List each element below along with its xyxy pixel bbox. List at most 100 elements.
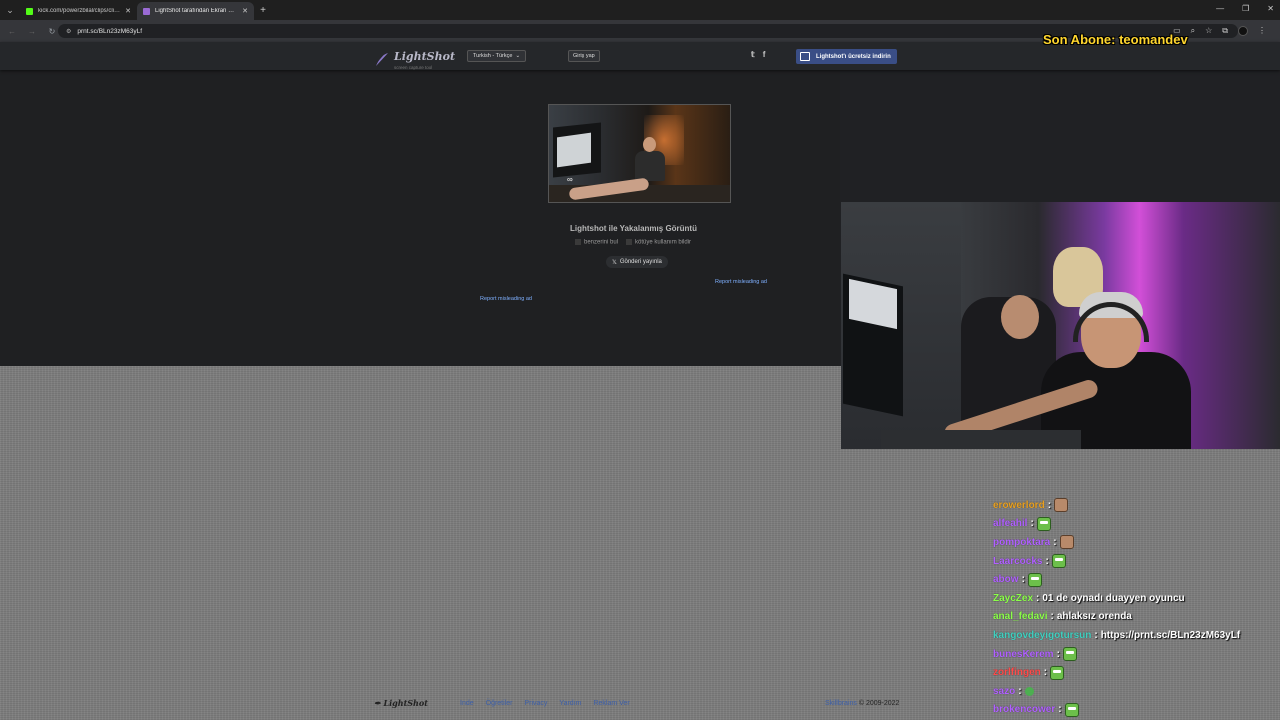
kick-favicon-icon	[26, 7, 33, 15]
chat-separator: :	[1045, 555, 1049, 567]
pepe-emote-icon	[1062, 647, 1077, 662]
chat-username[interactable]: brokencower	[993, 704, 1055, 715]
chat-separator: :	[1058, 704, 1062, 716]
chat-message: alfeahil:	[993, 515, 1280, 534]
chat-separator: :	[1036, 592, 1040, 604]
chat-text: 01 de oynadı duayyen oyuncu	[1042, 592, 1185, 604]
feather-icon	[376, 52, 388, 66]
logo-name: LightShot	[394, 50, 456, 63]
profile-avatar[interactable]	[1238, 26, 1248, 36]
chat-username[interactable]: ZaycZex	[993, 593, 1033, 604]
tab-close-icon[interactable]: ✕	[242, 7, 248, 15]
back-icon[interactable]: ←	[6, 27, 18, 36]
chat-message: pompoktara:	[993, 533, 1280, 552]
tab-kick[interactable]: kick.com/powerzbilal/clips/clip_ ✕	[20, 2, 137, 20]
chat-username[interactable]: alfeahil	[993, 518, 1027, 529]
forward-icon[interactable]: →	[26, 27, 38, 36]
report-ad-link[interactable]: Report misleading ad	[715, 279, 767, 285]
new-tab-icon[interactable]: +	[254, 2, 272, 20]
footer-brand-link[interactable]: Skillbrains	[825, 700, 857, 707]
screenshot-image[interactable]: ∞	[548, 104, 731, 203]
tab-title: LightShot tarafından Ekran Görün	[155, 8, 238, 14]
login-button[interactable]: Giriş yap	[568, 50, 600, 62]
chat-message: sazo:	[993, 682, 1280, 701]
footer-link[interactable]: Öğretiler	[486, 700, 513, 707]
face-emote-icon	[1054, 498, 1069, 513]
reload-icon[interactable]: ↻	[46, 27, 58, 36]
zoom-icon[interactable]: ⌕	[1191, 26, 1195, 36]
chat-message: Laarcocks:	[993, 552, 1280, 571]
chat-username[interactable]: sazo	[993, 686, 1015, 697]
window-controls: — ❐ ✕	[1216, 4, 1274, 13]
twitter-icon[interactable]: 𝕥	[751, 50, 755, 59]
tab-search-icon[interactable]: ⌄	[0, 0, 20, 20]
menu-icon[interactable]: ⋮	[1258, 26, 1266, 36]
language-value: Turkish - Türkçe	[473, 53, 513, 59]
language-select[interactable]: Turkish - Türkçe ⌄	[467, 50, 527, 62]
pepe-emote-icon	[1064, 702, 1079, 717]
footer-link[interactable]: Yardım	[559, 700, 581, 707]
url-text: prnt.sc/BLn23zM63yLf	[77, 27, 143, 35]
site-info-icon[interactable]: ⚙	[66, 28, 71, 35]
chat-text: https://prnt.sc/BLn23zM63yLf	[1100, 629, 1241, 641]
chat-message: erowerlord:	[993, 496, 1280, 515]
chat-separator: :	[1043, 667, 1048, 679]
chat-separator: :	[1047, 499, 1052, 511]
tab-close-icon[interactable]: ✕	[125, 7, 131, 15]
chat-username[interactable]: bunesKerem	[993, 649, 1054, 660]
report-abuse-link[interactable]: kötüye kullanım bildir	[626, 239, 691, 246]
close-window-icon[interactable]: ✕	[1267, 4, 1274, 13]
download-label: Lightshot'ı ücretsiz indirin	[816, 53, 891, 60]
tab-title: kick.com/powerzbilal/clips/clip_	[38, 8, 121, 14]
chat-overlay: erowerlord: alfeahil: pompoktara: Laarcocks…	[993, 496, 1280, 719]
chat-message: brokencower:	[993, 701, 1280, 720]
tab-lightshot[interactable]: LightShot tarafından Ekran Görün ✕	[137, 2, 254, 20]
pepe-emote-icon	[1036, 516, 1051, 531]
footer-links: Inde Öğretiler Privacy Yardım Reklam Ver	[460, 700, 630, 707]
bookmark-star-icon[interactable]: ☆	[1205, 26, 1212, 36]
chat-separator: :	[1050, 611, 1054, 623]
feather-icon: ✒	[374, 698, 381, 708]
last-subscriber-banner: Son Abone: teomandev	[1043, 32, 1188, 47]
footer-link[interactable]: Reklam Ver	[593, 700, 629, 707]
chat-separator: :	[1018, 685, 1022, 697]
x-logo-icon: 𝕏	[612, 259, 617, 266]
chat-message: abow:	[993, 570, 1280, 589]
chat-username[interactable]: Laarcocks	[993, 556, 1042, 567]
lightshot-page: LightShot screen capture tool Turkish - …	[0, 42, 1280, 366]
pepe-emote-icon	[1051, 554, 1066, 569]
chat-message: ZaycZex:01 de oynadı duayyen oyuncu	[993, 589, 1280, 608]
download-icon	[800, 52, 810, 61]
footer-link[interactable]: Privacy	[524, 700, 547, 707]
find-similar-link[interactable]: benzerini bul	[575, 239, 618, 246]
chat-username[interactable]: erowerlord	[993, 500, 1045, 511]
chat-username[interactable]: kangovdeyigotursun	[993, 630, 1091, 641]
chat-username[interactable]: anal_fedavi	[993, 611, 1047, 622]
chat-separator: :	[1030, 518, 1034, 530]
post-on-x-button[interactable]: 𝕏 Gönderi yayınla	[606, 256, 668, 268]
flag-icon	[626, 239, 633, 245]
report-ad-link[interactable]: Report misleading ad	[480, 296, 532, 302]
social-links: 𝕥 f	[751, 50, 765, 59]
logo-tagline: screen capture tool	[394, 65, 433, 70]
face-emote-icon	[1059, 535, 1074, 550]
chevron-down-icon: ⌄	[515, 53, 521, 59]
facebook-icon[interactable]: f	[763, 50, 766, 59]
caption-title: Lightshot ile Yakalanmış Görüntü	[570, 224, 697, 233]
lightshot-favicon-icon	[143, 7, 150, 15]
lightshot-logo[interactable]: LightShot screen capture tool	[374, 47, 455, 70]
chat-username[interactable]: abow	[993, 574, 1019, 585]
extensions-icon[interactable]: ⧉	[1222, 26, 1228, 36]
chat-message: zorlfingen:	[993, 663, 1280, 682]
chat-username[interactable]: pompoktara	[993, 537, 1050, 548]
webcam-feed	[841, 202, 1280, 449]
download-button[interactable]: Lightshot'ı ücretsiz indirin	[796, 49, 897, 64]
footer-link[interactable]: Inde	[460, 700, 474, 707]
chat-message: bunesKerem:	[993, 645, 1280, 664]
copyright-text: © 2009-2022	[858, 700, 900, 707]
chat-username[interactable]: zorlfingen	[993, 667, 1041, 678]
minimize-icon[interactable]: —	[1216, 4, 1224, 13]
chat-text: ahlaksız orenda	[1056, 611, 1132, 623]
restore-icon[interactable]: ❐	[1242, 4, 1249, 13]
footer-logo[interactable]: ✒ LightShot	[374, 698, 428, 708]
